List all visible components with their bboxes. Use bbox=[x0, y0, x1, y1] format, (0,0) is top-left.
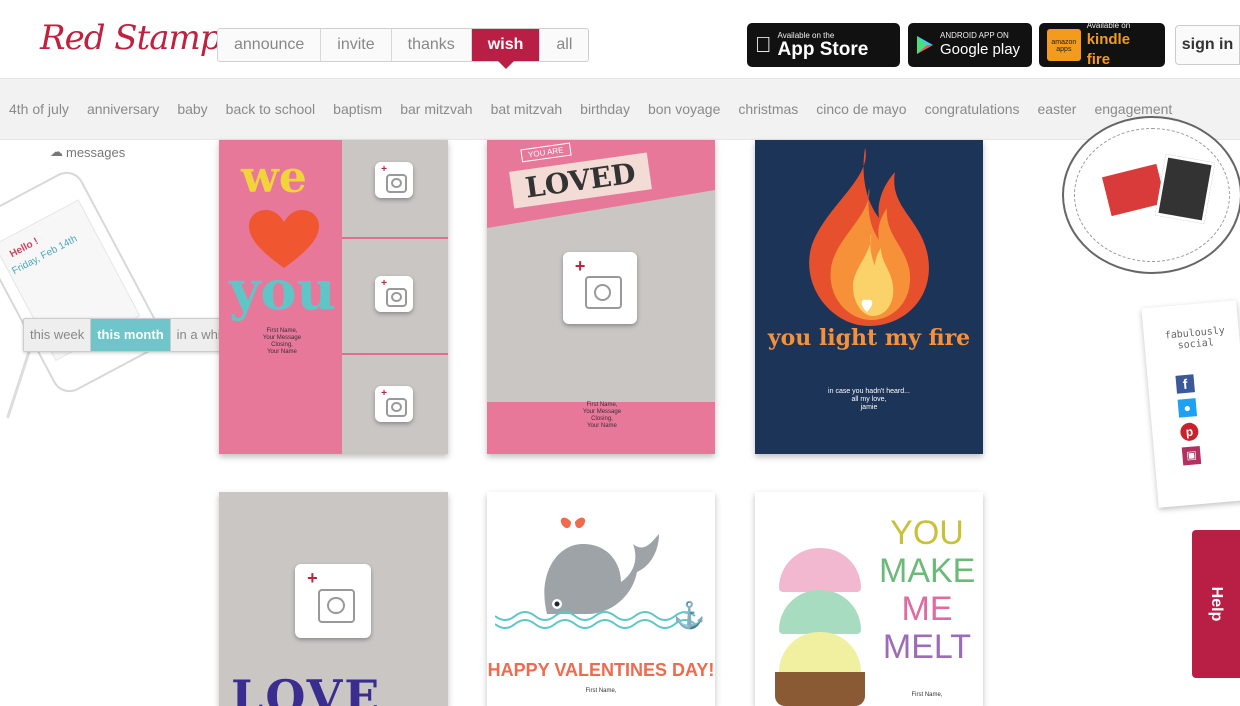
card-text-fire: you light my fire bbox=[767, 325, 971, 351]
photo-card-icon bbox=[1154, 154, 1216, 224]
app-store-badge[interactable]:  Available on the App Store bbox=[747, 23, 900, 67]
cone-base bbox=[775, 672, 865, 706]
occasion-birthday[interactable]: birthday bbox=[571, 101, 639, 117]
pinterest-icon[interactable]: p bbox=[1179, 422, 1200, 442]
help-label: Help bbox=[1208, 586, 1225, 622]
occasion-baptism[interactable]: baptism bbox=[324, 101, 391, 117]
melt-line-3: ME bbox=[901, 590, 953, 628]
logo[interactable]: Red Stamp bbox=[40, 18, 222, 58]
melt-line-2: MAKE bbox=[879, 552, 976, 590]
occasion-bon-voyage[interactable]: bon voyage bbox=[639, 101, 729, 117]
twitter-icon[interactable]: ● bbox=[1177, 398, 1198, 418]
anchor-icon: ⚓ bbox=[673, 600, 706, 630]
melt-line-1: YOU bbox=[890, 514, 964, 552]
sign-in-button[interactable]: sign in bbox=[1175, 25, 1240, 65]
amazon-apps-icon: amazon apps bbox=[1047, 29, 1081, 61]
card-make-me-melt[interactable]: YOU MAKE ME MELT First Name, bbox=[755, 492, 983, 706]
tab-invite[interactable]: invite bbox=[321, 29, 392, 61]
occasion-back-to-school[interactable]: back to school bbox=[217, 101, 325, 117]
app-store-big-text: App Store bbox=[761, 38, 869, 60]
flame-icon bbox=[809, 148, 929, 326]
tab-thanks[interactable]: thanks bbox=[392, 29, 472, 61]
card-text-you: you bbox=[229, 258, 336, 322]
occasion-cinco-de-mayo[interactable]: cinco de mayo bbox=[807, 101, 915, 117]
occasion-bat-mitzvah[interactable]: bat mitzvah bbox=[482, 101, 572, 117]
social-card: fabulously social f ● p ▣ bbox=[1141, 300, 1240, 508]
google-big-text: Google play bbox=[940, 40, 1021, 58]
kindle-big-text: kindle fire bbox=[1086, 30, 1131, 68]
add-photo-icon[interactable]: + bbox=[375, 162, 413, 198]
occasion-bar-mitzvah[interactable]: bar mitzvah bbox=[391, 101, 481, 117]
messages-icon: ☁ bbox=[50, 144, 63, 159]
apple-icon:  bbox=[755, 32, 772, 58]
card-love-photo[interactable]: + LOVE bbox=[219, 492, 448, 706]
kindle-small-text: Available on bbox=[1086, 20, 1131, 30]
card-message: in case you hadn't heard... all my love,… bbox=[828, 388, 910, 411]
messages-label: messages bbox=[66, 144, 126, 160]
card-valentines-whale[interactable]: ⚓ HAPPY VALENTINES DAY! First Name, bbox=[487, 492, 715, 706]
add-photo-icon[interactable]: + bbox=[563, 252, 637, 324]
add-photo-icon[interactable]: + bbox=[295, 564, 371, 638]
scoop-mint bbox=[779, 590, 861, 634]
whale-icon bbox=[544, 517, 659, 614]
time-filter: this week this month in a while bbox=[23, 318, 238, 352]
social-title: fabulously social bbox=[1164, 325, 1226, 352]
messages-link[interactable]: ☁ messages bbox=[50, 144, 125, 160]
google-play-badge[interactable]: ANDROID APP ON Google play bbox=[908, 23, 1032, 67]
divider bbox=[342, 237, 448, 239]
filter-this-week[interactable]: this week bbox=[24, 319, 92, 351]
occasion-nav: 4th of july anniversary baby back to sch… bbox=[0, 78, 1240, 140]
occasion-anniversary[interactable]: anniversary bbox=[78, 101, 168, 117]
occasion-4th-of-july[interactable]: 4th of july bbox=[0, 101, 78, 117]
occasion-congratulations[interactable]: congratulations bbox=[916, 101, 1029, 117]
tab-all[interactable]: all bbox=[540, 29, 588, 61]
tab-wish[interactable]: wish bbox=[471, 29, 541, 69]
card-text-we: we bbox=[241, 152, 307, 203]
occasion-christmas[interactable]: christmas bbox=[729, 101, 807, 117]
instagram-icon[interactable]: ▣ bbox=[1181, 445, 1202, 466]
stamp-seal[interactable] bbox=[1062, 116, 1240, 274]
card-you-are-loved[interactable]: YOU ARE LOVED + First Name, Your Message… bbox=[487, 140, 715, 454]
help-tab[interactable]: Help bbox=[1192, 530, 1240, 678]
google-play-icon bbox=[917, 36, 933, 54]
occasion-engagement[interactable]: engagement bbox=[1085, 101, 1181, 117]
card-signoff: First Name, bbox=[911, 692, 943, 698]
add-photo-icon[interactable]: + bbox=[375, 276, 413, 312]
card-signoff: First Name, bbox=[585, 688, 617, 694]
category-tabs: announce invite thanks wish all bbox=[217, 28, 590, 69]
occasion-baby[interactable]: baby bbox=[168, 101, 216, 117]
card-we-love-you[interactable]: we you First Name, Your Message Closing,… bbox=[219, 140, 448, 454]
card-text-love: LOVE bbox=[231, 670, 382, 706]
scoop-lemon bbox=[779, 632, 861, 676]
kindle-fire-badge[interactable]: amazon apps Available on kindle fire bbox=[1039, 20, 1165, 68]
card-text-melt: YOU MAKE ME MELT bbox=[879, 514, 975, 666]
add-photo-icon[interactable]: + bbox=[375, 386, 413, 422]
melt-line-4: MELT bbox=[882, 628, 972, 666]
scoop-pink bbox=[779, 548, 861, 592]
google-small-text: ANDROID APP ON bbox=[940, 30, 1009, 40]
facebook-icon[interactable]: f bbox=[1175, 374, 1195, 394]
card-signoff: First Name, Your Message Closing, Your N… bbox=[262, 328, 302, 355]
card-light-my-fire[interactable]: you light my fire in case you hadn't hea… bbox=[755, 140, 983, 454]
divider bbox=[342, 353, 448, 355]
card-signoff: First Name, Your Message Closing, Your N… bbox=[582, 402, 622, 429]
card-text-valentines: HAPPY VALENTINES DAY! bbox=[487, 660, 715, 680]
filter-this-month[interactable]: this month bbox=[91, 319, 171, 351]
occasion-easter[interactable]: easter bbox=[1029, 101, 1086, 117]
tab-announce[interactable]: announce bbox=[218, 29, 322, 61]
